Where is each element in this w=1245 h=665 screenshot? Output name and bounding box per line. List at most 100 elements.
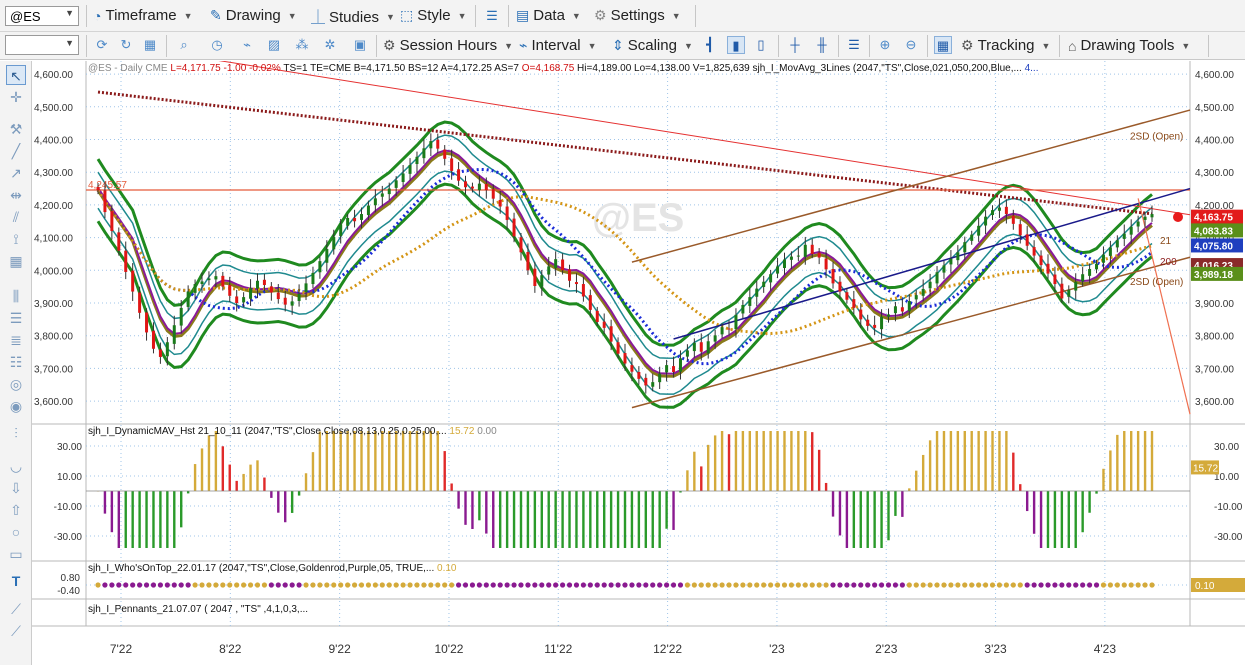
whos-on-top-dot — [386, 582, 392, 588]
object-icon[interactable]: ✲ — [321, 36, 339, 54]
whos-on-top-dot — [393, 582, 399, 588]
grid-tool-icon[interactable]: ▦ — [6, 251, 26, 271]
channel-icon[interactable]: ⇹ — [6, 185, 26, 205]
arcs-icon[interactable]: ◉ — [6, 396, 26, 416]
fib-icon[interactable]: ☰ — [6, 308, 26, 328]
magnifier-icon[interactable]: ⌕ — [175, 36, 193, 54]
histogram-bar — [339, 431, 342, 491]
candle-body — [720, 327, 724, 335]
bars-spread-icon[interactable]: ┼ — [786, 36, 804, 54]
histogram-bar — [533, 491, 537, 548]
rectangle-icon[interactable]: ▭ — [6, 544, 26, 564]
bar-chart-icon[interactable]: ┫ — [701, 36, 719, 54]
whos-on-top-dot — [982, 582, 989, 588]
chart-area[interactable]: 7'22 8'22 9'22 10'22 11'22 12'22 '23 2'23 3'23 4'… — [32, 61, 1245, 665]
studies-menu[interactable]: ⏊ Studies ▼ — [311, 7, 395, 27]
dots-icon[interactable]: ⁂ — [293, 36, 311, 54]
histogram-bar — [1005, 431, 1008, 491]
panel2-value-tag-text: 15.72 — [1193, 463, 1218, 474]
ruler2-icon[interactable]: ⟋ — [6, 621, 26, 641]
interval-menu[interactable]: ⌁ Interval ▼ — [519, 37, 597, 54]
wrench-icon[interactable]: ⚒ — [6, 119, 26, 139]
whos-on-top-dot — [1031, 582, 1037, 588]
chevron-down-icon[interactable]: ▼ — [65, 8, 74, 18]
parallel-lines-icon[interactable]: ⫽ — [6, 207, 26, 227]
whos-on-top-dot — [247, 582, 254, 588]
data-menu[interactable]: ▤ Data ▼ — [516, 7, 581, 24]
candle-body — [748, 297, 752, 306]
chart-icon[interactable]: ⌁ — [238, 36, 256, 54]
candle-body — [1018, 224, 1022, 236]
down-arrow-icon[interactable]: ⇩ — [6, 478, 26, 498]
format-icon[interactable]: ▣ — [351, 36, 369, 54]
grid-icon[interactable]: ▦ — [141, 36, 159, 54]
histogram-bar — [193, 464, 197, 491]
drawing-menu[interactable]: ✎ Drawing ▼ — [210, 7, 297, 24]
panel2-title-part: 0.00 — [474, 426, 497, 437]
header-field: -1.00 — [221, 63, 247, 74]
reload-icon[interactable]: ↻ — [117, 36, 135, 54]
vertical-lines-icon[interactable]: ⫼ — [6, 286, 26, 306]
histogram-bar — [498, 491, 502, 548]
histogram-bar — [1081, 491, 1084, 533]
arc-icon[interactable]: ◡ — [6, 456, 26, 476]
data-window-icon[interactable]: ▦ — [934, 36, 952, 54]
panels-icon[interactable]: ☰ — [845, 36, 863, 54]
candle-body — [630, 365, 634, 372]
workspace-select[interactable]: ▼ — [5, 35, 79, 55]
candle-body — [824, 258, 828, 270]
hollow-candle-icon[interactable]: ▯ — [752, 36, 770, 54]
arrow-icon[interactable]: ↗ — [6, 163, 26, 183]
fan-icon[interactable]: ⟟ — [6, 229, 26, 249]
zoom-out-icon[interactable]: ⊖ — [902, 36, 920, 54]
candle-body — [956, 252, 960, 261]
chart-background — [32, 61, 1245, 665]
clock-icon: ◔ — [93, 7, 102, 24]
drawing-tools-menu[interactable]: ⌂ Drawing Tools ▼ — [1068, 37, 1190, 54]
histogram-bar — [797, 431, 800, 491]
ellipse-icon[interactable]: ○ — [6, 522, 26, 542]
crosshair-icon[interactable]: ✛ — [6, 87, 26, 107]
picture-icon[interactable]: ▨ — [265, 36, 283, 54]
style-menu[interactable]: ⬚ Style ▼ — [400, 7, 467, 24]
whos-on-top-dot — [116, 582, 122, 588]
x-tick-label: 11'22 — [544, 642, 572, 656]
candle-body — [949, 258, 953, 265]
left-price-label: 4,400.00 — [34, 135, 73, 146]
timeframe-menu[interactable]: ◔ Timeframe ▼ — [93, 7, 193, 24]
price-tag-text: 4,163.75 — [1194, 213, 1233, 224]
session-hours-menu[interactable]: ⚙ Session Hours ▼ — [383, 37, 513, 54]
cycle-lines-icon[interactable]: ⫶ — [6, 423, 26, 443]
layout-icon[interactable]: ☰ — [483, 7, 501, 25]
settings-menu[interactable]: ⚙ Settings ▼ — [594, 7, 681, 24]
spiral-icon[interactable]: ◎ — [6, 374, 26, 394]
histogram-bar — [838, 491, 842, 536]
whos-on-top-dot — [254, 582, 261, 588]
whos-on-top-dot — [442, 582, 448, 588]
zoom-in-icon[interactable]: ⊕ — [876, 36, 894, 54]
candlestick-icon[interactable]: ▮ — [727, 36, 745, 54]
histogram-bar — [623, 491, 627, 548]
whos-on-top-dot — [1066, 582, 1072, 588]
symbol-input[interactable]: @ES ▼ — [5, 6, 79, 26]
header-field: B=4,171.50 — [351, 63, 406, 74]
bars-compress-icon[interactable]: ╫ — [813, 36, 831, 54]
cursor-icon[interactable]: ↖ — [6, 65, 26, 85]
gauge-icon[interactable]: ◷ — [208, 36, 226, 54]
trendline-icon[interactable]: ╱ — [6, 141, 26, 161]
histogram-bar — [401, 431, 405, 491]
histogram-bar — [817, 449, 821, 491]
tracking-menu[interactable]: ⚙ Tracking ▼ — [961, 37, 1050, 54]
histogram-bar — [318, 431, 322, 491]
text-icon[interactable]: T — [6, 571, 26, 591]
up-arrow-icon[interactable]: ⇧ — [6, 500, 26, 520]
scaling-menu[interactable]: ⇕ Scaling ▼ — [612, 37, 693, 54]
chart-header: @ES - Daily CME L=4,171.75 -1.00 -0.02% … — [88, 63, 1039, 74]
header-field: AS=7 — [492, 63, 519, 74]
histogram-bar — [769, 431, 772, 491]
whos-on-top-dot — [1093, 582, 1100, 588]
hlines-icon[interactable]: ☷ — [6, 352, 26, 372]
refresh-icon[interactable]: ⟳ — [93, 36, 111, 54]
ruler-icon[interactable]: ⟋ — [6, 599, 26, 619]
retracement-icon[interactable]: ≣ — [6, 330, 26, 350]
